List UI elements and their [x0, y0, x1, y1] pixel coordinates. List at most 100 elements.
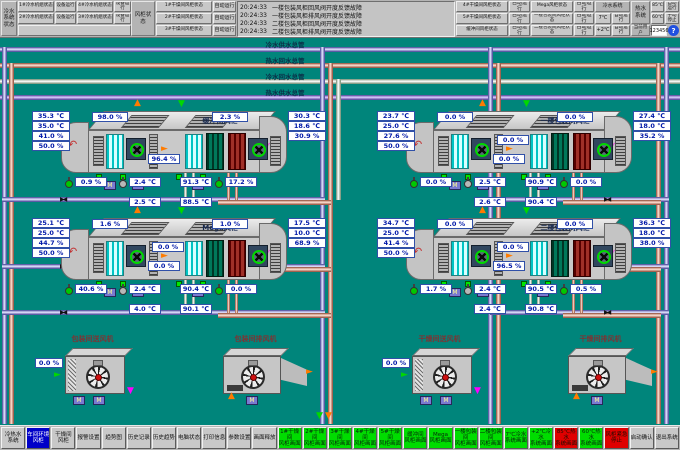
status-button[interactable]: 自动运行 [213, 25, 236, 36]
status-button[interactable]: 4#干燥间风柜状态 [456, 1, 508, 12]
toolbar-button-7[interactable]: 历史趋势 [152, 427, 176, 449]
status-button[interactable]: 自动运行 [213, 1, 236, 12]
motor-icon: M [420, 396, 432, 405]
mid-damper-value: 0.0 % [152, 242, 184, 252]
status-button[interactable]: 设备运行 [114, 13, 131, 24]
flow-down-arrow-icon: ▼ [325, 412, 332, 421]
toolbar-button-6[interactable]: 历史记录 [127, 427, 151, 449]
status-button[interactable]: 一楼包装间风柜状态 [531, 13, 573, 24]
toolbar-button-26[interactable]: 启动确认 [630, 427, 654, 449]
status-button[interactable]: 二楼包装间风柜状态 [531, 25, 573, 36]
status-button[interactable]: 缓冲间风柜状态 [456, 25, 508, 36]
motor-icon: M [591, 396, 603, 405]
device-status-button[interactable]: 4#冷水机组状态 [77, 1, 113, 12]
heating-valve-position: 0.5 % [570, 284, 602, 294]
status-button[interactable]: 设备运行 [55, 1, 76, 12]
toolbar-button-23[interactable]: 85℃热水 系统画面 [554, 427, 578, 449]
toolbar-button-4[interactable]: 报警设置 [76, 427, 100, 449]
toolbar-button-5[interactable]: 趋势图 [102, 427, 126, 449]
fan-icon [475, 143, 489, 157]
fan-status-button[interactable]: 2#干燥间风柜状态 [156, 13, 212, 24]
valve-body [119, 287, 127, 295]
fan-body [65, 356, 125, 394]
toolbar-button-15[interactable]: 4#干燥间 风柜画面 [353, 427, 377, 449]
hot-temp-button[interactable]: 60℃ [651, 13, 664, 24]
fan-icon [252, 143, 266, 157]
current-user-label: 当前用户 [631, 25, 650, 36]
device-status-button[interactable]: 2#冷水机组状态 [18, 13, 54, 24]
toolbar-button-1[interactable]: 冷热水 系统 [1, 427, 25, 449]
fan-housing [471, 138, 491, 160]
toolbar-button-9[interactable]: 打印信息 [202, 427, 226, 449]
fan-hub [250, 374, 257, 381]
device-status-button[interactable]: 3#冷水机组状态 [77, 13, 113, 24]
pipe-horizontal [0, 63, 680, 68]
alarm-list[interactable]: 20:24:33一楼包装风柜回风阀开度反馈故障20:24:33一楼包装风柜排风阀… [237, 1, 455, 37]
toolbar-button-8[interactable]: 电脑状态 [177, 427, 201, 449]
status-button[interactable]: 自动运行 [509, 13, 530, 24]
device-status-button[interactable]: 1#冷水机组状态 [18, 1, 54, 12]
ahu-right-value: 18.0 ℃ [633, 121, 671, 131]
toolbar-button-17[interactable]: 缓冲间 风柜画面 [403, 427, 427, 449]
top-bar: 冷水系统状态1#冷水机组状态设备运行4#冷水机组状态设备运行2#冷水机组状态设备… [0, 0, 680, 38]
help-icon[interactable]: ? [668, 25, 679, 36]
toolbar-button-16[interactable]: 5#干燥间 风柜画面 [378, 427, 402, 449]
fan-housing [126, 138, 146, 160]
current-user-field[interactable]: 123456 [651, 25, 667, 36]
fan-wheel-icon [433, 365, 457, 389]
ahu-left-value: 27.6 % [377, 131, 415, 141]
chilled-temp-button[interactable]: 7℃ [595, 13, 611, 24]
hot-temp-button[interactable]: 85℃ [651, 1, 664, 12]
toolbar-button-13[interactable]: 2#干燥间 风柜画面 [303, 427, 327, 449]
toolbar-button-11[interactable]: 画面释放 [252, 427, 276, 449]
valve-body [65, 287, 73, 295]
toolbar-button-25[interactable]: 风柜紧急 停止 [604, 427, 628, 449]
status-button[interactable]: 自动运行 [574, 25, 594, 36]
toolbar-button-10[interactable]: 参数设置 [227, 427, 251, 449]
status-button[interactable]: 自动运行 [665, 1, 679, 12]
ahu-left-value: 25.0 ℃ [377, 121, 415, 131]
status-button[interactable]: 设备运行 [114, 1, 131, 12]
status-button[interactable]: Mega风柜状态 [531, 1, 573, 12]
roof-vent-grille-icon [466, 115, 515, 128]
status-button[interactable]: 自动运行 [574, 13, 594, 24]
toolbar-button-19[interactable]: 一楼包装间 风柜画面 [454, 427, 478, 449]
toolbar-button-14[interactable]: 3#干燥间 风柜画面 [328, 427, 352, 449]
status-button[interactable]: 自动运行 [612, 25, 630, 36]
status-button[interactable]: 自动运行 [509, 1, 530, 12]
toolbar-button-21[interactable]: 7℃冷水 系统画面 [504, 427, 528, 449]
toolbar-button-3[interactable]: 干燥间 风柜 [51, 427, 75, 449]
status-button[interactable]: 自动运行 [213, 13, 236, 24]
ahu-left-value: 35.0 ℃ [32, 121, 70, 131]
fan-status-button[interactable]: 1#干燥间风柜状态 [156, 1, 212, 12]
status-button[interactable]: 设备运行 [55, 13, 76, 24]
toolbar-button-12[interactable]: 1#干燥间 风柜画面 [278, 427, 302, 449]
ahu-unit-3: ↶↷►Mega风柜MMM▲▼25.1 ℃25.0 ℃44.7 %50.0 %1.… [30, 212, 330, 330]
chilled-temp-button[interactable]: +2℃ [595, 25, 611, 36]
toolbar-button-24[interactable]: 60℃热水 系统画面 [579, 427, 603, 449]
fan-unit-1: 包装间送风机0.0 %►▼MM [35, 334, 150, 409]
fan-unit-3: 干燥间送风机0.0 %►▼MM [382, 334, 497, 409]
fan-housing [471, 245, 491, 267]
status-button[interactable]: 自动运行 [509, 25, 530, 36]
status-button[interactable]: 自动运行 [574, 1, 594, 12]
cooling-coil [451, 134, 469, 169]
mid-damper-value: 0.0 % [148, 261, 180, 271]
fan-icon [597, 250, 611, 264]
exhaust-air-arrow-icon: ► [651, 368, 658, 377]
chilled-coil [551, 133, 569, 170]
intake-air-arrow-icon: ▲ [573, 392, 580, 401]
mixing-air-arrow-icon: ► [506, 252, 513, 261]
fan-status-button[interactable]: 3#干燥间风柜状态 [156, 25, 212, 36]
alarm-row[interactable]: 20:24:33二楼包装风柜排风阀开度反馈故障 [240, 27, 454, 35]
toolbar-button-22[interactable]: +2℃冷水 系统画面 [529, 427, 553, 449]
toolbar-button-20[interactable]: 二楼包装间 风柜画面 [479, 427, 503, 449]
heating-valve-icon [215, 177, 223, 188]
toolbar-button-2[interactable]: 车间环境 风柜 [26, 427, 50, 449]
status-button[interactable]: 手动停止 [665, 13, 679, 24]
toolbar-button-27[interactable]: 退出系统 [655, 427, 679, 449]
toolbar-button-18[interactable]: Mega 风柜画面 [428, 427, 452, 449]
status-button[interactable]: 自动运行 [612, 13, 630, 24]
fan-group-label: 风柜状态 [131, 1, 155, 36]
status-button[interactable]: 5#干燥间风柜状态 [456, 13, 508, 24]
